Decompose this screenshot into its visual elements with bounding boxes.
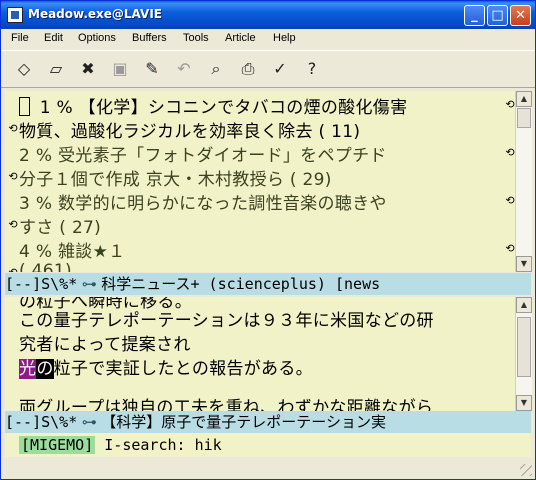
summary-line-1[interactable]: 1 % 【化学】シコニンでタバコの煙の酸化傷害: [19, 93, 407, 118]
wrap-arrow-icon: ⟲: [505, 194, 515, 207]
wrap-arrow-icon: ⟲: [8, 266, 18, 272]
search-icon[interactable]: ⌕: [205, 58, 227, 80]
menu-file[interactable]: File: [11, 32, 29, 44]
scroll-down-arrow-icon[interactable]: ▼: [516, 256, 532, 272]
summary-scrollbar[interactable]: ▲ ▼: [515, 91, 532, 272]
status-bar: [1, 459, 535, 479]
wrap-arrow-icon: ⟲: [8, 122, 18, 135]
plug-icon: ⊶: [81, 275, 97, 293]
summary-line-4[interactable]: 4 % 雑談★１: [19, 237, 125, 262]
wrap-arrow-icon: ⟲: [505, 98, 515, 111]
undo-icon[interactable]: ↶: [173, 58, 195, 80]
plug-icon: ⊶: [81, 413, 97, 431]
save-disk-icon[interactable]: ▣: [109, 58, 131, 80]
scroll-up-arrow-icon[interactable]: ▲: [516, 297, 532, 313]
title-bar[interactable]: Meadow.exe@LAVIE _ □ ✕: [1, 1, 535, 29]
print-icon[interactable]: ⎙: [237, 58, 259, 80]
menu-bar: File Edit Options Buffers Tools Article …: [1, 29, 535, 49]
article-buffer[interactable]: の粒子へ瞬時に移る。 この量子テレポーテーションは９３年に米国などの研 究者によ…: [5, 297, 515, 412]
summary-mode-line: [--]S\%* ⊶ 科学ニュース+ (scienceplus) [news: [5, 273, 531, 295]
meadow-window: Meadow.exe@LAVIE _ □ ✕ File Edit Options…: [0, 0, 536, 480]
summary-buffer[interactable]: 1 % 【化学】シコニンでタバコの煙の酸化傷害 物質、過酸化ラジカルを効率良く除…: [5, 91, 515, 272]
minimize-button[interactable]: _: [464, 5, 485, 26]
text-cursor: [19, 97, 30, 116]
close-window-button[interactable]: ✕: [510, 5, 531, 26]
summary-line-4-cont[interactable]: ( 461): [19, 261, 72, 272]
menu-article[interactable]: Article: [225, 32, 256, 44]
article-mode-line: [--]S\%* ⊶ 【科学】原子で量子テレポーテーション実: [5, 411, 531, 433]
meadow-app-icon[interactable]: [7, 7, 23, 23]
menu-help[interactable]: Help: [273, 32, 296, 44]
summary-line-2[interactable]: 2 % 受光素子「フォトダイオード」をペプチド: [19, 141, 387, 166]
save-as-icon[interactable]: ✎: [141, 58, 163, 80]
migemo-tag: [MIGEMO]: [19, 436, 96, 454]
menu-edit[interactable]: Edit: [44, 32, 63, 44]
search-cursor-highlight: の: [36, 359, 54, 379]
spell-check-icon[interactable]: ✓: [269, 58, 291, 80]
close-icon[interactable]: ✖: [77, 58, 99, 80]
scroll-down-arrow-icon[interactable]: ▼: [516, 395, 532, 411]
summary-line-3[interactable]: 3 % 数学的に明らかになった調性音楽の聴きや: [19, 189, 387, 214]
wrap-arrow-icon: ⟲: [505, 146, 515, 159]
summary-line-3-cont[interactable]: すさ ( 27): [19, 213, 101, 238]
summary-line-2-cont[interactable]: 分子１個で作成 京大・木村教授ら ( 29): [19, 165, 332, 190]
menu-buffers[interactable]: Buffers: [132, 32, 167, 44]
maximize-button[interactable]: □: [487, 5, 508, 26]
scroll-up-arrow-icon[interactable]: ▲: [516, 91, 532, 107]
article-line-3: 光の粒子で実証したとの報告がある。: [19, 359, 313, 379]
help-icon[interactable]: ?: [301, 58, 323, 80]
scroll-thumb[interactable]: [517, 317, 531, 377]
new-file-icon[interactable]: ◇: [13, 58, 35, 80]
article-line-1: この量子テレポーテーションは９３年に米国などの研: [19, 311, 434, 331]
isearch-prompt: I-search: hik: [104, 436, 222, 454]
window-title: Meadow.exe@LAVIE: [28, 7, 162, 21]
resize-grip-icon[interactable]: [520, 464, 532, 476]
summary-line-1-cont[interactable]: 物質、過酸化ラジカルを効率良く除去 ( 11): [19, 117, 360, 142]
article-line-2: 究者によって提案され: [19, 335, 191, 355]
wrap-arrow-icon: ⟲: [505, 242, 515, 255]
menu-options[interactable]: Options: [78, 32, 116, 44]
tool-bar: ◇ ▱ ✖ ▣ ✎ ↶ ⌕ ⎙ ✓ ?: [1, 50, 535, 88]
search-match-highlight: 光: [19, 359, 37, 379]
menu-tools[interactable]: Tools: [183, 32, 209, 44]
open-folder-icon[interactable]: ▱: [45, 58, 67, 80]
wrap-arrow-icon: ⟲: [8, 218, 18, 231]
minibuffer[interactable]: [MIGEMO] I-search: hik: [5, 433, 531, 457]
article-scrollbar[interactable]: ▲ ▼: [515, 297, 532, 411]
wrap-arrow-icon: ⟲: [8, 170, 18, 183]
scroll-thumb[interactable]: [517, 108, 531, 128]
article-line-5: 両グループは独自の工夫を重ね、わずかな距離ながら: [19, 398, 434, 412]
